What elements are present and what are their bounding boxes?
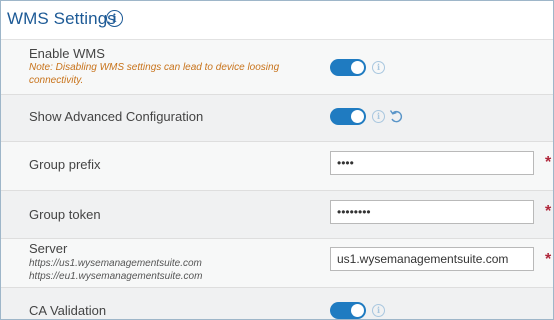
ca-validation-row: CA Validation i	[1, 288, 553, 319]
group-prefix-label: Group prefix	[29, 157, 101, 172]
server-label: Server	[29, 241, 68, 256]
info-icon[interactable]: i	[106, 10, 123, 27]
ca-validation-toggle[interactable]	[330, 302, 366, 319]
required-marker: *	[545, 154, 552, 171]
info-icon[interactable]: i	[372, 110, 385, 123]
server-hint-eu: https://eu1.wysemanagementsuite.com	[29, 271, 203, 282]
advanced-config-label: Show Advanced Configuration	[29, 109, 204, 124]
group-prefix-input[interactable]: ••••	[330, 151, 534, 175]
panel-title: WMS Settings	[7, 9, 116, 28]
required-marker: *	[545, 203, 552, 220]
info-icon[interactable]: i	[372, 61, 385, 74]
toggle-knob	[351, 304, 364, 317]
enable-wms-label: Enable WMS	[29, 46, 105, 61]
server-row: Server https://us1.wysemanagementsuite.c…	[1, 239, 553, 288]
info-icon[interactable]: i	[372, 304, 385, 317]
toggle-knob	[351, 61, 364, 74]
enable-wms-row: Enable WMS Note: Disabling WMS settings …	[1, 40, 553, 95]
group-token-row: Group token •••••••• *	[1, 191, 553, 239]
undo-icon[interactable]	[388, 108, 404, 124]
advanced-config-toggle[interactable]	[330, 108, 366, 125]
enable-wms-toggle[interactable]	[330, 59, 366, 76]
group-prefix-row: Group prefix •••• *	[1, 142, 553, 191]
ca-validation-label: CA Validation	[29, 303, 107, 318]
group-token-label: Group token	[29, 207, 101, 222]
advanced-config-row: Show Advanced Configuration i	[1, 95, 553, 142]
group-token-input[interactable]: ••••••••	[330, 200, 534, 224]
enable-wms-note: Note: Disabling WMS settings can lead to…	[29, 62, 280, 86]
server-hint-us: https://us1.wysemanagementsuite.com	[29, 258, 202, 269]
panel-header: WMS Settings i	[1, 1, 553, 40]
wms-settings-panel: WMS Settings i Enable WMS Note: Disablin…	[0, 0, 554, 320]
toggle-knob	[351, 110, 364, 123]
server-input[interactable]: us1.wysemanagementsuite.com	[330, 247, 534, 271]
required-marker: *	[545, 251, 552, 268]
